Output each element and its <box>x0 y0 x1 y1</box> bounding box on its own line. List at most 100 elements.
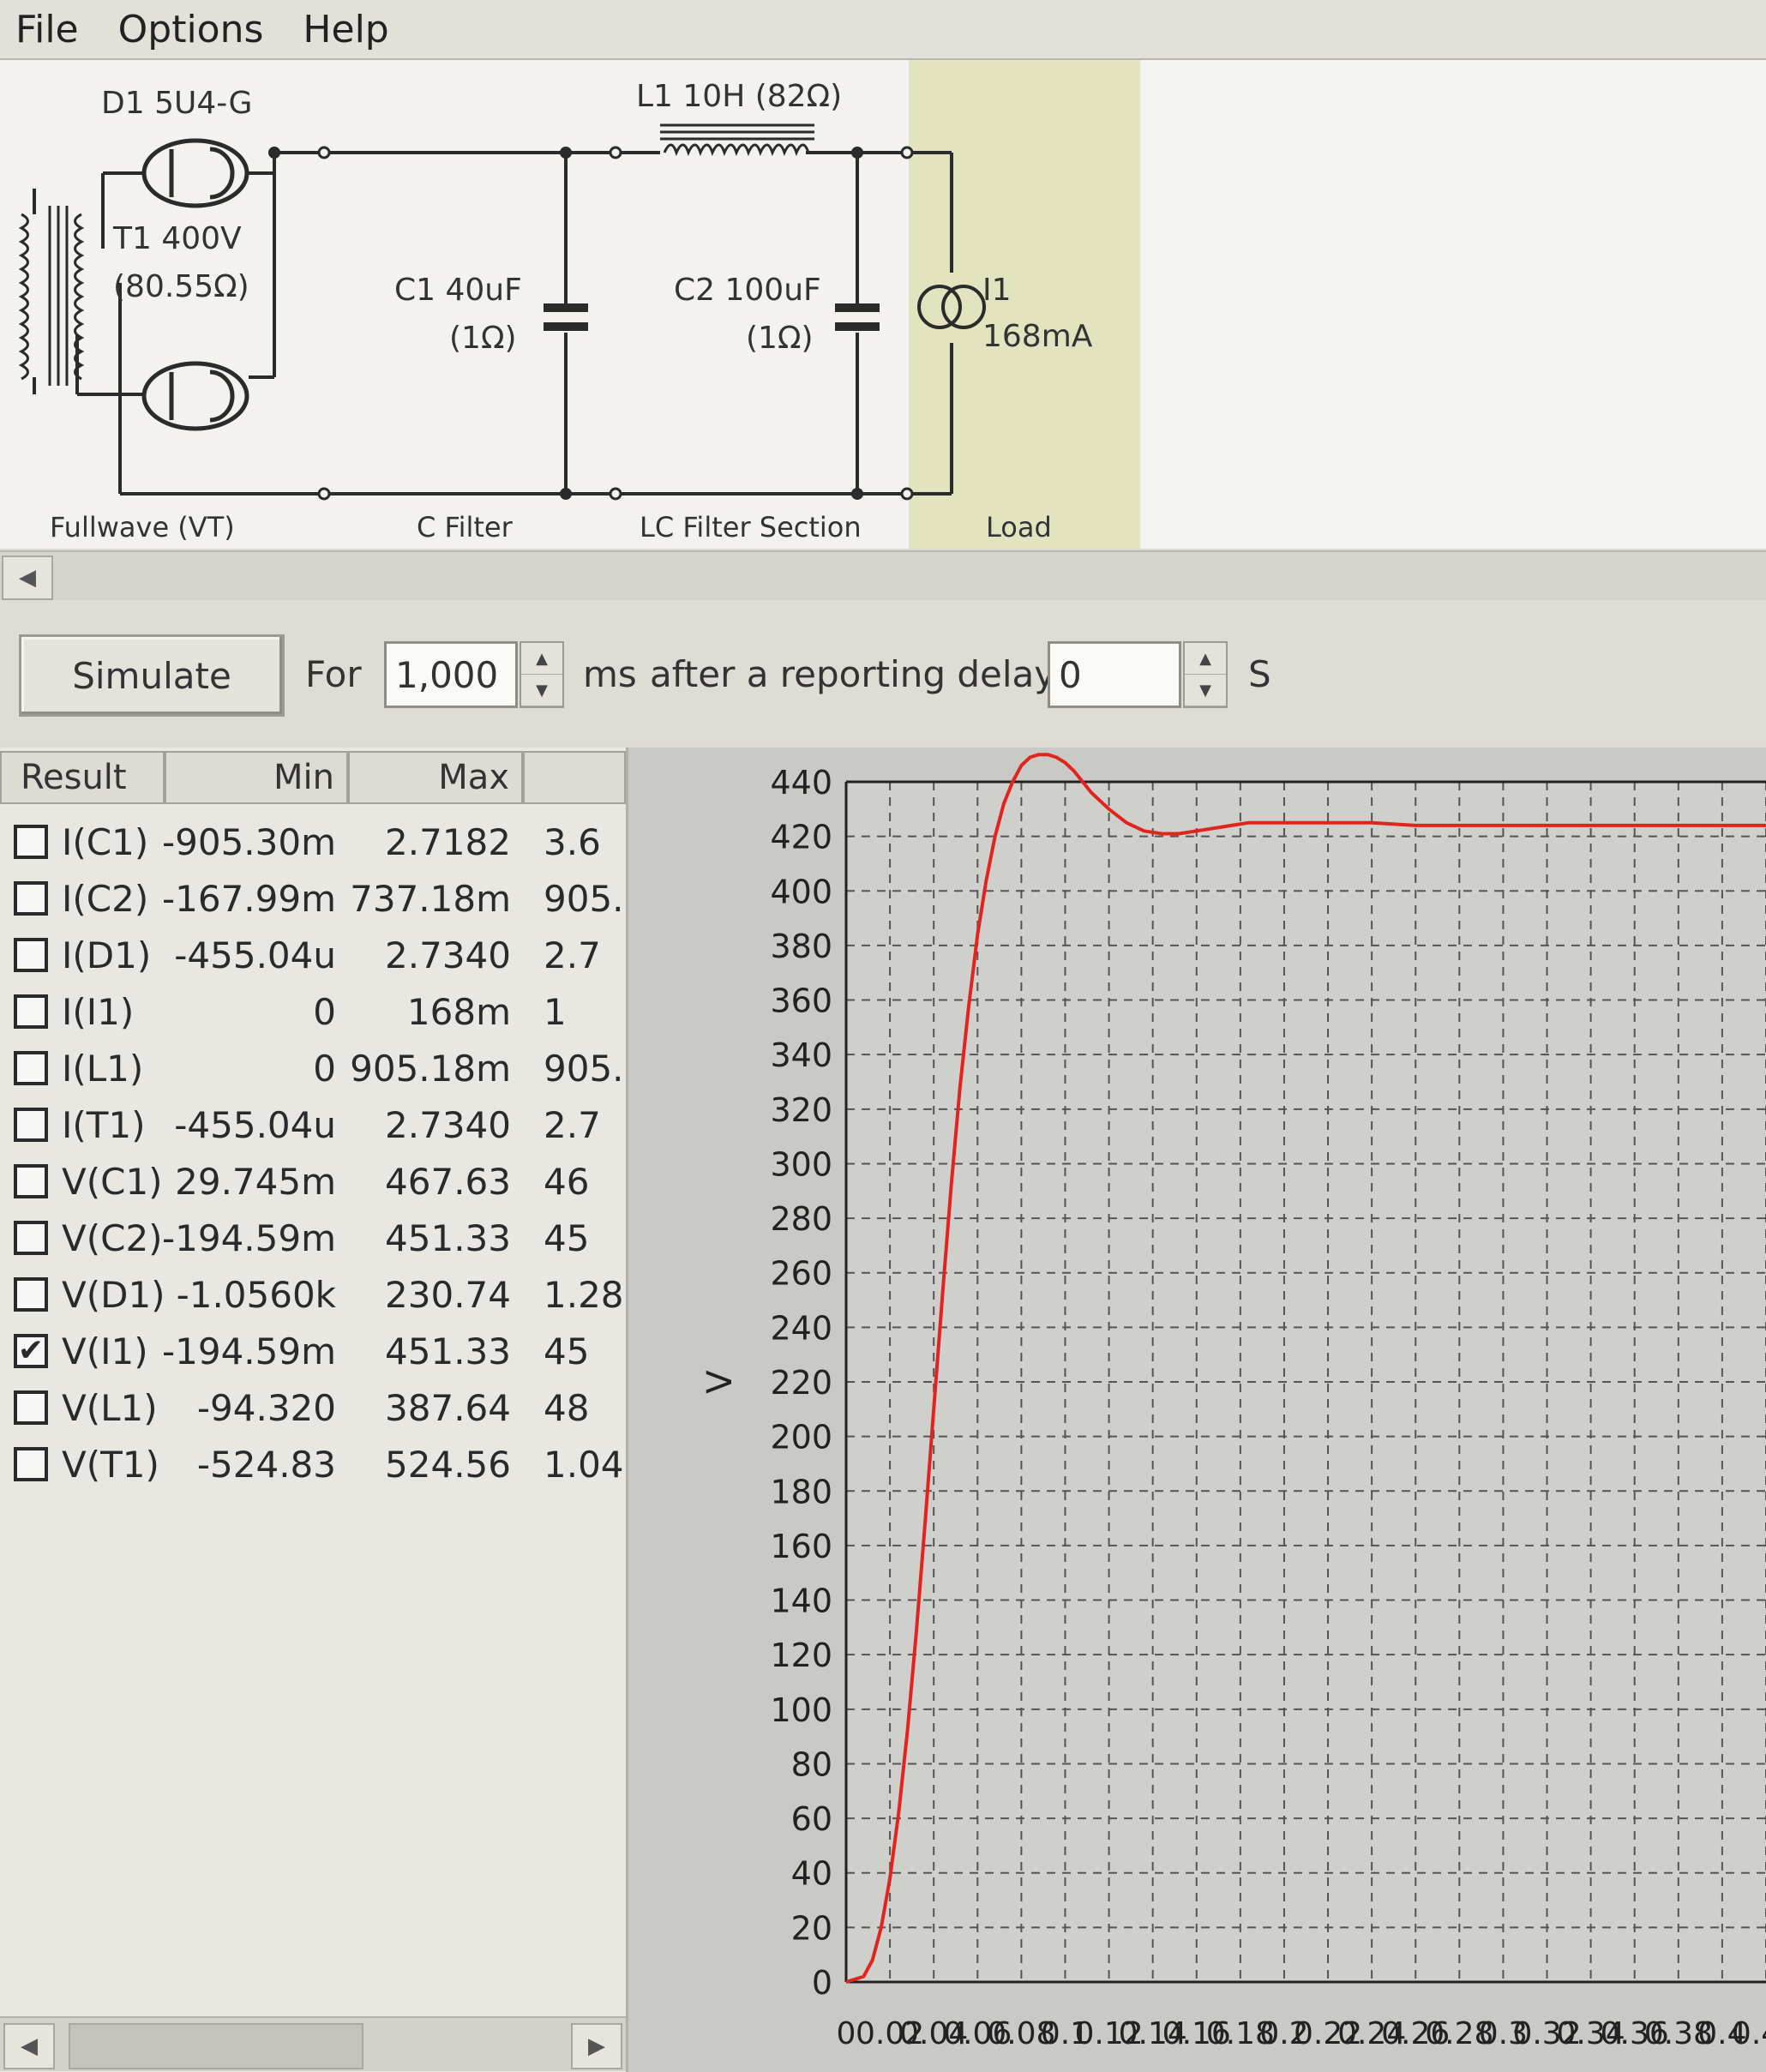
scroll-thumb[interactable] <box>69 2023 363 2069</box>
header-result[interactable]: Result <box>0 751 165 804</box>
table-row[interactable]: V(D1) -1.0560k 230.74 1.28 <box>0 1267 626 1324</box>
simulate-button[interactable]: Simulate <box>19 634 285 717</box>
result-final: 45 <box>544 1330 590 1372</box>
circuit-scrollbar[interactable]: ◀ <box>0 550 1766 602</box>
y-tick-label: 400 <box>770 873 832 910</box>
checkbox[interactable] <box>14 1447 48 1481</box>
y-tick-label: 20 <box>791 1909 832 1947</box>
results-header: Result Min Max <box>0 751 626 808</box>
y-tick-label: 0 <box>812 1964 832 2002</box>
duration-input[interactable]: 1,000 <box>384 641 518 708</box>
circuit-diagram: D1 5U4-G T1 400V (80.55Ω) L1 10H (82Ω) C… <box>18 60 1766 549</box>
result-final: 905. <box>544 878 624 920</box>
y-tick-label: 360 <box>770 982 832 1020</box>
table-row[interactable]: V(C1) 29.745m 467.63 46 <box>0 1154 626 1210</box>
result-name: V(C1) <box>62 1161 163 1203</box>
result-min: 0 <box>313 991 336 1033</box>
y-tick-label: 120 <box>770 1637 832 1674</box>
result-name: V(T1) <box>62 1444 159 1486</box>
result-min: -455.04u <box>174 934 336 976</box>
checkbox[interactable] <box>14 994 48 1029</box>
spin-up-icon[interactable]: ▲ <box>521 643 562 675</box>
y-tick-label: 100 <box>770 1691 832 1729</box>
t1-label: T1 400V <box>112 221 242 256</box>
checkbox[interactable] <box>14 1277 48 1312</box>
for-label: For <box>305 653 362 695</box>
result-min: 29.745m <box>175 1161 336 1203</box>
menu-file[interactable]: File <box>0 8 103 51</box>
table-row[interactable]: I(D1) -455.04u 2.7340 2.7 <box>0 928 626 984</box>
y-tick-label: 220 <box>770 1364 832 1402</box>
result-max: 2.7340 <box>385 1104 511 1146</box>
y-tick-label: 320 <box>770 1091 832 1129</box>
table-row[interactable]: ✔ V(I1) -194.59m 451.33 45 <box>0 1324 626 1380</box>
x-tick-label: 0.42 <box>1732 2016 1766 2051</box>
result-name: I(I1) <box>62 991 135 1033</box>
menu-help[interactable]: Help <box>287 8 412 51</box>
header-extra[interactable] <box>523 751 626 804</box>
scroll-left-icon[interactable]: ◀ <box>3 2023 55 2069</box>
checkbox[interactable] <box>14 1221 48 1255</box>
header-max[interactable]: Max <box>348 751 523 804</box>
checkbox[interactable] <box>14 1164 48 1198</box>
inductor-l1 <box>660 123 814 157</box>
result-min: -524.83 <box>196 1444 336 1486</box>
result-name: I(L1) <box>62 1048 144 1090</box>
delay-spinner[interactable]: ▲ ▼ <box>1183 641 1228 708</box>
diode-d1-top <box>141 138 249 208</box>
c2-label: C2 100uF <box>674 273 821 308</box>
diode-d1-bottom <box>141 361 249 431</box>
checkbox[interactable] <box>14 881 48 916</box>
scroll-left-icon[interactable]: ◀ <box>2 556 53 600</box>
result-name: V(I1) <box>62 1330 148 1372</box>
y-tick-label: 140 <box>770 1583 832 1620</box>
result-min: -905.30m <box>161 821 336 863</box>
table-row[interactable]: I(T1) -455.04u 2.7340 2.7 <box>0 1097 626 1154</box>
duration-spinner[interactable]: ▲ ▼ <box>520 641 564 708</box>
scroll-right-icon[interactable]: ▶ <box>571 2023 622 2069</box>
delay-input[interactable]: 0 <box>1048 641 1181 708</box>
table-row[interactable]: I(C2) -167.99m 737.18m 905. <box>0 871 626 928</box>
y-tick-label: 80 <box>791 1745 832 1783</box>
checkbox[interactable] <box>14 1108 48 1142</box>
result-max: 168m <box>406 991 511 1033</box>
result-max: 737.18m <box>350 878 511 920</box>
table-row[interactable]: I(C1) -905.30m 2.7182 3.6 <box>0 814 626 871</box>
result-name: I(C1) <box>62 821 149 863</box>
results-scrollbar[interactable]: ◀ ▶ <box>0 2016 626 2071</box>
table-row[interactable]: I(L1) 0 905.18m 905. <box>0 1041 626 1097</box>
y-tick-label: 260 <box>770 1255 832 1293</box>
table-row[interactable]: I(I1) 0 168m 1 <box>0 984 626 1041</box>
i1-label: I1 <box>982 273 1012 308</box>
result-min: -167.99m <box>161 878 336 920</box>
checkbox[interactable] <box>14 825 48 859</box>
result-name: I(D1) <box>62 934 152 976</box>
checkbox[interactable] <box>14 938 48 972</box>
spin-down-icon[interactable]: ▼ <box>1185 675 1226 706</box>
result-min: -194.59m <box>161 1330 336 1372</box>
result-max: 524.56 <box>385 1444 511 1486</box>
y-tick-label: 300 <box>770 1145 832 1183</box>
result-max: 387.64 <box>385 1387 511 1429</box>
table-row[interactable]: V(T1) -524.83 524.56 1.04 <box>0 1437 626 1493</box>
table-row[interactable]: V(C2) -194.59m 451.33 45 <box>0 1210 626 1267</box>
checkbox[interactable] <box>14 1390 48 1425</box>
result-final: 1.28 <box>544 1274 624 1316</box>
spin-down-icon[interactable]: ▼ <box>521 675 562 706</box>
chart-panel: 0 20 40 60 80 100 120 140 160 180 200 220 240 260 280 3… <box>628 748 1766 2072</box>
result-final: 45 <box>544 1217 590 1259</box>
header-min[interactable]: Min <box>165 751 348 804</box>
seconds-label: S <box>1248 653 1271 695</box>
circuit-canvas: D1 5U4-G T1 400V (80.55Ω) L1 10H (82Ω) C… <box>0 60 1766 549</box>
result-min: -1.0560k <box>176 1274 336 1316</box>
menu-bar: File Options Help <box>0 0 1766 60</box>
checkbox-checked[interactable]: ✔ <box>14 1334 48 1368</box>
delay-label: after a reporting delay of <box>650 653 1102 695</box>
menu-options[interactable]: Options <box>103 8 288 51</box>
t1-resistance: (80.55Ω) <box>113 269 249 304</box>
result-min: -94.320 <box>196 1387 336 1429</box>
result-max: 2.7182 <box>385 821 511 863</box>
checkbox[interactable] <box>14 1051 48 1085</box>
table-row[interactable]: V(L1) -94.320 387.64 48 <box>0 1380 626 1437</box>
spin-up-icon[interactable]: ▲ <box>1185 643 1226 675</box>
